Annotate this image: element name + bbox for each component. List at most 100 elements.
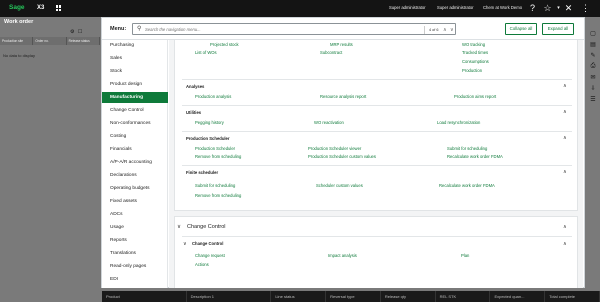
menu-content: Projected stock MRP results WO tracking … (169, 40, 583, 288)
menu-link[interactable]: Submit for scheduling (447, 146, 487, 152)
toolbar-icon[interactable]: ⎙ (588, 63, 598, 74)
page-action-icons[interactable]: ⚙ ☐ (70, 29, 83, 35)
sidebar-item-purchasing[interactable]: Purchasing (102, 40, 168, 51)
menu-link[interactable]: Production Scheduler (195, 146, 235, 152)
menu-link[interactable]: Scheduler custom values (316, 183, 363, 189)
page-title: Work order (4, 19, 34, 25)
column-header[interactable]: Reversal type (326, 291, 381, 302)
more-icon[interactable]: ⋮ (580, 3, 591, 14)
menu-link[interactable]: Production analysis (195, 94, 231, 100)
chevron-up-icon[interactable]: ∧ (443, 26, 447, 34)
chevron-down-icon[interactable]: ∨ (450, 26, 454, 34)
toolbar-icon[interactable]: ✎ (588, 52, 598, 63)
sidebar-item-costing[interactable]: Costing (102, 131, 168, 142)
section-title-change-control[interactable]: Change Control (192, 241, 223, 247)
sage-logo[interactable]: Sage (9, 4, 25, 12)
chevron-up-icon[interactable]: ∧ (563, 169, 567, 175)
navigation-search[interactable]: ⚲ 4 of 6 ∧ ∨ (132, 23, 456, 35)
star-icon[interactable]: ☆ (542, 3, 553, 14)
menu-link[interactable]: Production (462, 68, 482, 74)
sidebar-item-operating-budgets[interactable]: Operating budgets (102, 183, 168, 194)
help-icon[interactable]: ? (527, 3, 538, 14)
menu-link[interactable]: Actions (195, 262, 209, 268)
column-header[interactable]: Line status (271, 291, 327, 302)
section-title-finite-scheduler[interactable]: Finite scheduler (186, 170, 218, 176)
search-input[interactable] (145, 25, 345, 34)
sidebar-item-edi[interactable]: EDI (102, 274, 168, 285)
sidebar-item-financials[interactable]: Financials (102, 144, 168, 155)
column-header[interactable]: Production site (0, 37, 34, 45)
menu-link[interactable]: Consumptions (462, 59, 489, 65)
sidebar-item-usage[interactable]: Usage (102, 222, 168, 233)
sidebar-item-reports[interactable]: Reports (102, 235, 168, 246)
sidebar-item-manufacturing[interactable]: Manufacturing (102, 92, 168, 103)
menu-link[interactable]: Plan (461, 253, 469, 259)
menu-link[interactable]: Submit for scheduling (195, 183, 235, 189)
collapse-all-button[interactable]: Collapse all (505, 23, 537, 35)
sidebar-item-translations[interactable]: Translations (102, 248, 168, 259)
menu-link[interactable]: Production Scheduler custom values (308, 154, 376, 160)
sidebar-item-stock[interactable]: Stock (102, 66, 168, 77)
sidebar-item-non-conformances[interactable]: Non-conformances (102, 118, 168, 129)
sidebar-item-ap-ar-accounting[interactable]: A/P-A/R accounting (102, 157, 168, 168)
toolbar-icon[interactable]: ✉ (588, 74, 598, 85)
menu-link[interactable]: Remove from scheduling (195, 193, 241, 199)
sidebar-item-read-only-pages[interactable]: Read-only pages (102, 261, 168, 272)
card-title[interactable]: Change Control (187, 223, 226, 231)
menu-link[interactable]: Impact analysis (328, 253, 357, 259)
menu-link[interactable]: Recalculate work order FDMA (447, 154, 503, 160)
column-header[interactable]: Expected quan... (490, 291, 546, 302)
menu-link[interactable]: Recalculate work order FDMA (439, 183, 495, 189)
menu-link[interactable]: Resource analysis report (320, 94, 366, 100)
chevron-up-icon[interactable]: ∧ (563, 135, 567, 141)
change-control-card: Change Control ∨ ∧ Change Control ∨ ∧ Ch… (174, 216, 578, 288)
menu-link[interactable]: WO reactivation (314, 120, 344, 126)
divider (182, 79, 572, 80)
column-header[interactable]: Order no. (33, 37, 67, 45)
toolbar-icon[interactable]: ⇩ (588, 85, 598, 96)
sidebar-item-product-design[interactable]: Product design (102, 79, 168, 90)
menu-link[interactable]: WO tracking (462, 42, 485, 48)
menu-link[interactable]: Pegging history (195, 120, 224, 126)
menu-link[interactable]: Remove from scheduling (195, 154, 241, 160)
menu-link[interactable]: Load resynchronization (437, 120, 480, 126)
menu-link[interactable]: Change request (195, 253, 225, 259)
toolbar-icon[interactable]: ▢ (588, 30, 598, 41)
toolbar-icon[interactable]: ☰ (588, 96, 598, 107)
chevron-up-icon[interactable]: ∧ (563, 241, 567, 247)
close-icon[interactable]: ✕ (563, 3, 574, 14)
menu-link[interactable]: Production Scheduler viewer (308, 146, 361, 152)
column-header[interactable]: REL STK (436, 291, 491, 302)
chevron-down-icon[interactable]: ∨ (177, 224, 181, 230)
menu-link[interactable]: Subcontract (320, 50, 342, 56)
chevron-up-icon[interactable]: ∧ (563, 83, 567, 89)
app-grid-icon[interactable] (56, 5, 62, 11)
chevron-down-icon[interactable]: ∨ (183, 241, 187, 247)
section-title-analyses[interactable]: Analyses (186, 84, 204, 90)
column-header[interactable]: Release status (66, 37, 100, 45)
user-role-1[interactable]: Super administrator (389, 5, 426, 11)
user-role-2[interactable]: Super administrator (437, 5, 474, 11)
menu-link[interactable]: List of WOs (195, 50, 217, 56)
divider (182, 131, 572, 132)
column-header[interactable]: Release qty (381, 291, 436, 302)
sidebar-item-fixed-assets[interactable]: Fixed assets (102, 196, 168, 207)
sidebar-item-change-control[interactable]: Change Control (102, 105, 168, 116)
column-header[interactable]: Description 1 (187, 291, 272, 302)
menu-link[interactable]: Tracked times (462, 50, 488, 56)
chevron-up-icon[interactable]: ∧ (563, 109, 567, 115)
site-selector[interactable]: Chem at Work Demo (483, 5, 522, 11)
menu-link[interactable]: Projected stock (210, 42, 239, 48)
toolbar-icon[interactable]: ▤ (588, 41, 598, 52)
menu-link[interactable]: MRP results (330, 42, 353, 48)
column-header[interactable]: Product (102, 291, 187, 302)
sidebar-item-adcs[interactable]: ADCs (102, 209, 168, 220)
column-header[interactable]: Total complete (545, 291, 600, 302)
menu-link[interactable]: Production aims report (454, 94, 496, 100)
section-title-utilities[interactable]: Utilities (186, 110, 201, 116)
chevron-up-icon[interactable]: ∧ (563, 224, 567, 230)
sidebar-item-declarations[interactable]: Declarations (102, 170, 168, 181)
expand-all-button[interactable]: Expand all (542, 23, 574, 35)
sidebar-item-sales[interactable]: Sales (102, 53, 168, 64)
section-title-production-scheduler[interactable]: Production Scheduler (186, 136, 230, 142)
